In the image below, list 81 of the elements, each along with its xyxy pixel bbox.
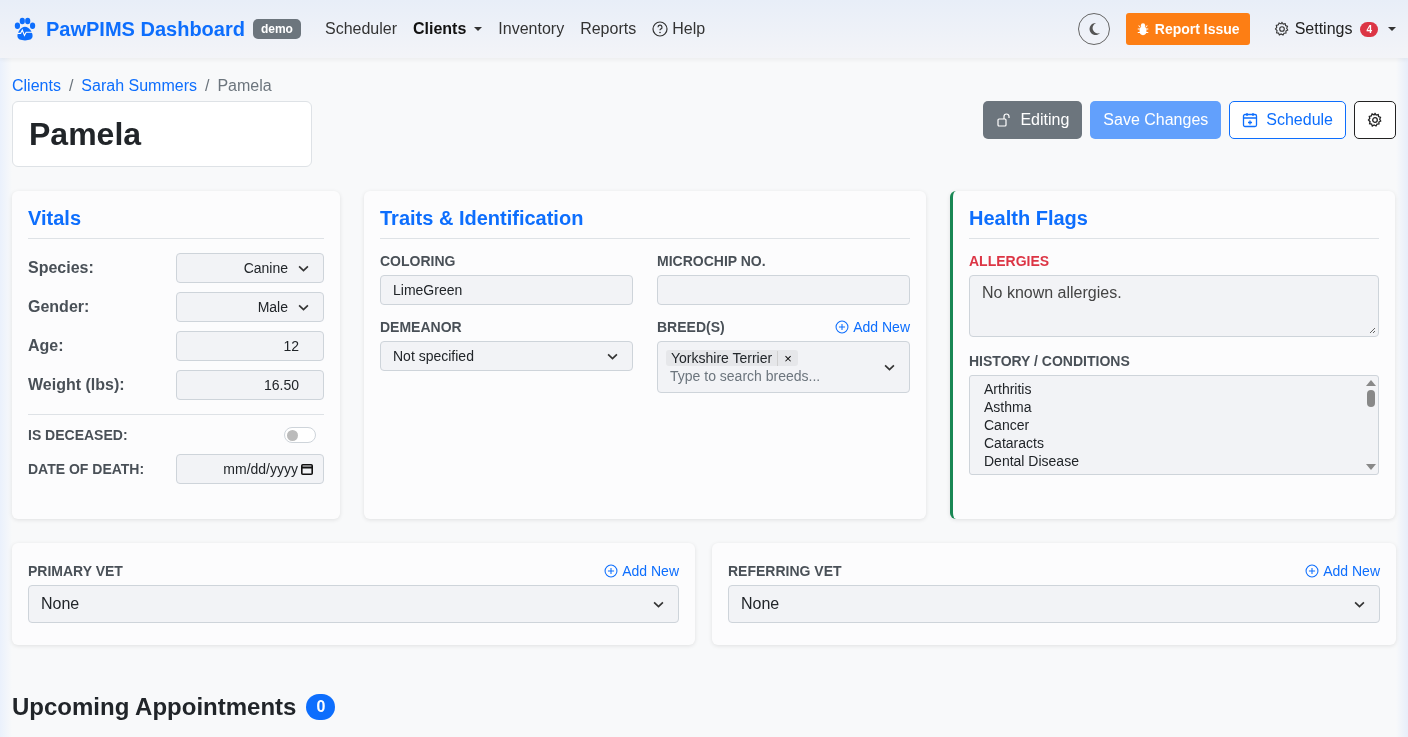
field-label: Species: (28, 259, 94, 277)
unlock-icon (996, 112, 1013, 128)
condition-option[interactable]: Dental Disease (984, 452, 1350, 470)
schedule-button[interactable]: Schedule (1229, 101, 1346, 139)
field-label: REFERRING VET (728, 563, 842, 579)
calendar-icon (301, 463, 313, 475)
breadcrumb-current: Pamela (217, 77, 272, 95)
field-label: BREED(S) (657, 319, 725, 335)
condition-option[interactable]: Arthritis (984, 380, 1350, 398)
nav-link[interactable]: Inventory (498, 20, 565, 38)
number-field[interactable]: 12 (176, 331, 324, 361)
breadcrumb-separator: / (204, 77, 210, 95)
condition-option[interactable]: Cataracts (984, 434, 1350, 452)
field-label: PRIMARY VET (28, 563, 123, 579)
chevron-down-icon (607, 352, 618, 360)
card-title: Vitals (28, 207, 324, 239)
paw-logo-icon (12, 16, 38, 42)
remove-tag-button[interactable]: × (777, 350, 798, 366)
field-label: Gender: (28, 298, 90, 316)
help-link[interactable]: Help (652, 20, 706, 38)
search-placeholder: Type to search breeds... (669, 368, 821, 384)
chevron-down-icon (884, 363, 895, 371)
resize-grip-icon (1369, 327, 1376, 334)
nav-link[interactable]: Scheduler (324, 20, 397, 38)
section-title: Upcoming Appointments (12, 693, 297, 721)
field-label: MICROCHIP NO. (657, 253, 767, 269)
count-badge: 0 (306, 694, 336, 720)
card-title: Traits & Identification (380, 207, 910, 239)
field-label: Weight (lbs): (28, 376, 125, 394)
allergies-field[interactable]: No known allergies. (969, 275, 1379, 337)
plus-circle-icon (835, 320, 850, 334)
demo-badge: demo (252, 19, 301, 39)
breadcrumb-link[interactable]: Sarah Summers (81, 77, 197, 95)
field-label: DEMEANOR (380, 319, 463, 335)
field-label: HISTORY / CONDITIONS (969, 353, 1131, 369)
coloring-field[interactable]: LimeGreen (380, 275, 633, 305)
add-new-link[interactable]: Add New (1305, 563, 1380, 579)
microchip-field[interactable] (657, 275, 910, 305)
notification-count: 4 (1360, 21, 1378, 37)
editing-button[interactable]: Editing (983, 101, 1083, 139)
vet-select[interactable]: None (728, 585, 1380, 623)
select-field[interactable]: Canine (176, 253, 324, 283)
calendar-icon (1242, 112, 1259, 128)
plus-circle-icon (1305, 564, 1320, 578)
chevron-down-icon (653, 600, 664, 608)
breadcrumb-link[interactable]: Clients (12, 77, 61, 95)
field-label: DATE OF DEATH: (28, 461, 145, 477)
card-title: Health Flags (969, 207, 1379, 239)
nav-link[interactable]: Reports (580, 20, 637, 38)
nav-link[interactable]: Clients (413, 20, 467, 38)
chevron-down-icon (298, 264, 309, 272)
bug-icon (1135, 22, 1150, 36)
demeanor-select[interactable]: Not specified (380, 341, 633, 371)
pet-name: Pamela (29, 115, 142, 153)
conditions-list[interactable]: Arthritis Asthma Cancer Cataracts Dental Disease (969, 375, 1379, 475)
chevron-down-icon (298, 303, 309, 311)
breed-tag: Yorkshire Terrier (671, 350, 773, 366)
breadcrumb-separator: / (68, 77, 74, 95)
vet-select[interactable]: None (28, 585, 679, 623)
date-field[interactable]: mm/dd/yyyy (176, 454, 324, 484)
help-icon (652, 21, 669, 37)
plus-circle-icon (604, 564, 619, 578)
field-label: ALLERGIES (969, 253, 1051, 269)
number-field[interactable]: 16.50 (176, 370, 324, 400)
settings-icon (1273, 21, 1290, 37)
brand-link[interactable]: PawPIMS Dashboard (46, 17, 245, 41)
condition-option[interactable]: Cancer (984, 416, 1350, 434)
field-label: Age: (28, 337, 64, 355)
gear-icon (1367, 112, 1383, 128)
condition-option[interactable]: Asthma (984, 398, 1350, 416)
breed-select[interactable]: Yorkshire Terrier × Type to search breeds... (657, 341, 910, 393)
select-field[interactable]: Male (176, 292, 324, 322)
field-label: IS DECEASED: (28, 427, 128, 443)
settings-button[interactable] (1354, 101, 1396, 139)
caret-icon (1388, 27, 1396, 31)
deceased-toggle[interactable] (284, 427, 316, 443)
add-new-link[interactable]: Add New (835, 319, 910, 335)
add-new-link[interactable]: Add New (604, 563, 679, 579)
field-label: COLORING (380, 253, 457, 269)
chevron-down-icon (1354, 600, 1365, 608)
settings-menu[interactable]: Settings (1273, 20, 1353, 38)
